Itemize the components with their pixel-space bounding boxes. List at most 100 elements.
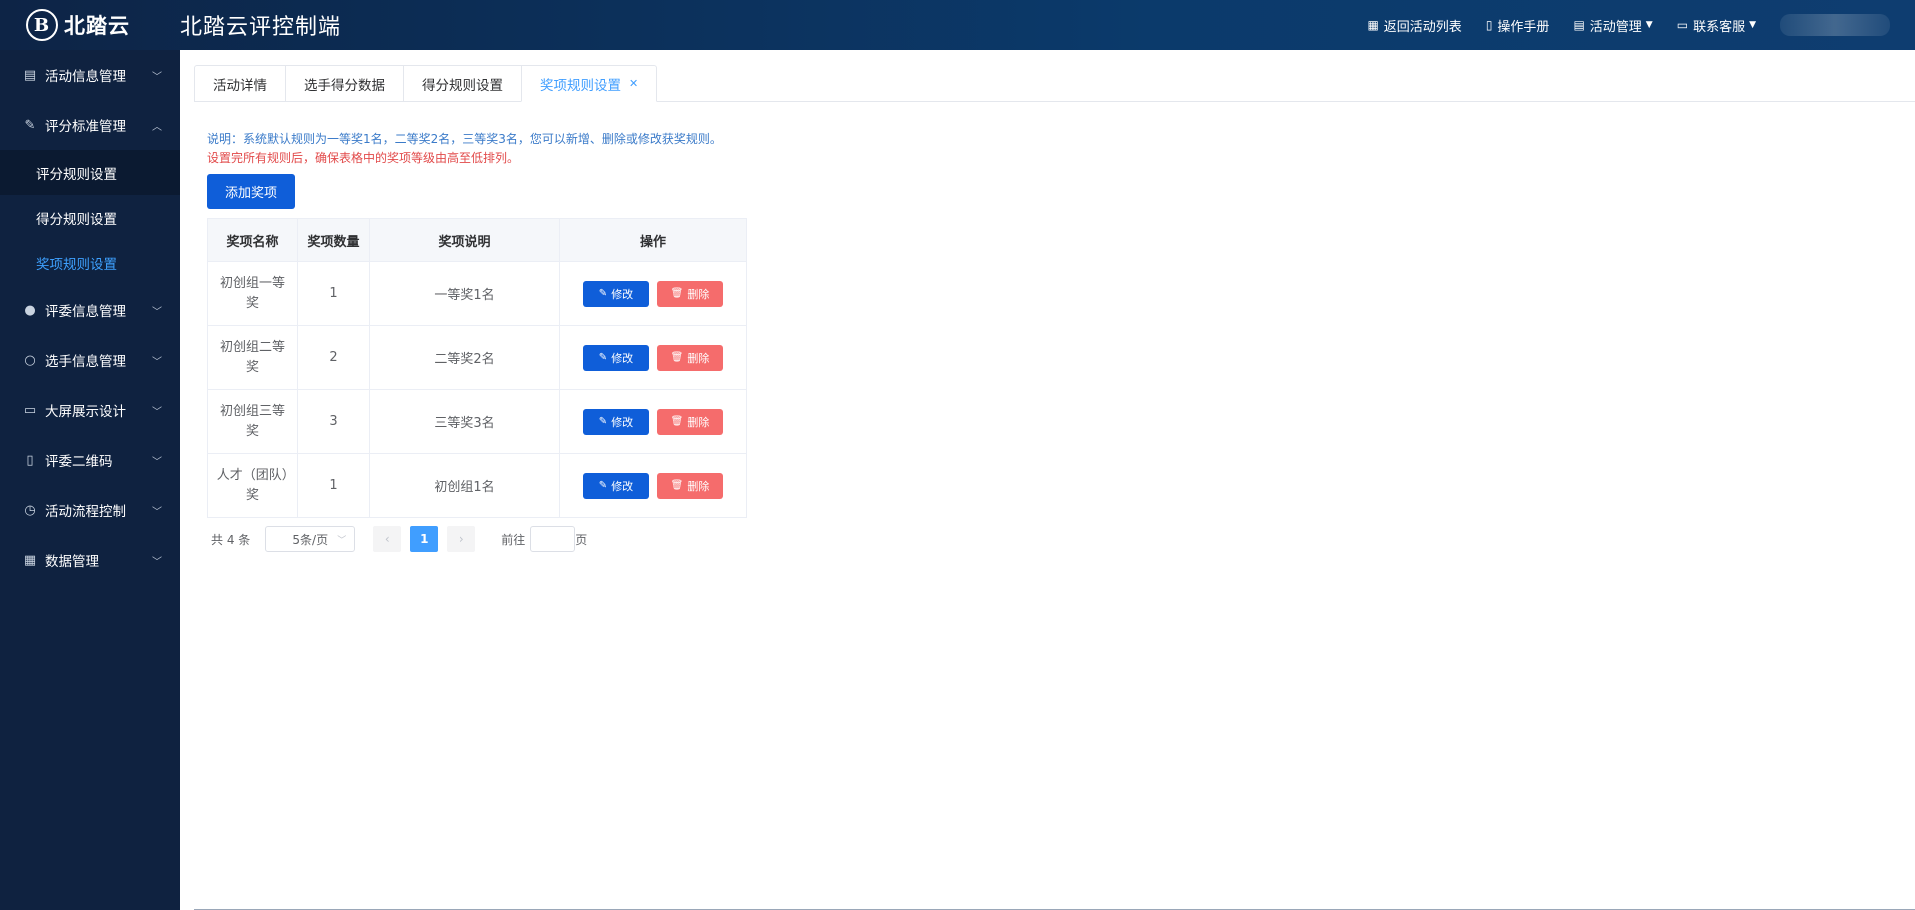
- actions-cell: ✎ 修改 🗑 删除: [559, 389, 747, 454]
- book-icon: ▯: [1485, 18, 1493, 32]
- sidebar-item-label: 选手信息管理: [45, 354, 126, 370]
- sidebar-item-label: 评委二维码: [45, 454, 113, 470]
- column-header-actions: 操作: [559, 218, 747, 262]
- sidebar-item-label: 奖项规则设置: [36, 256, 117, 273]
- chevron-down-icon: ﹀: [152, 456, 162, 468]
- grid-icon: ▦: [1367, 18, 1379, 32]
- sidebar-item-contestant-info[interactable]: ○ 选手信息管理 ﹀: [0, 335, 180, 385]
- edit-button[interactable]: ✎ 修改: [583, 472, 649, 499]
- award-desc-cell: 初创组1名: [369, 453, 560, 518]
- tab-label: 奖项规则设置: [540, 77, 621, 94]
- edit-button[interactable]: ✎ 修改: [583, 408, 649, 435]
- tab-contestant-scores[interactable]: 选手得分数据: [285, 65, 403, 102]
- info-note: 说明：系统默认规则为一等奖1名，二等奖2名，三等奖3名，您可以新增、删除或修改获…: [207, 132, 722, 146]
- delete-button[interactable]: 🗑 删除: [657, 344, 723, 371]
- mobile-icon: ▯: [26, 452, 34, 468]
- award-desc-cell: 三等奖3名: [369, 389, 560, 454]
- tab-activity-detail[interactable]: 活动详情: [194, 65, 285, 102]
- award-count-cell: 2: [297, 325, 370, 390]
- sidebar-item-process-control[interactable]: ◷ 活动流程控制 ﹀: [0, 485, 180, 535]
- add-award-button[interactable]: 添加奖项: [207, 174, 295, 209]
- page-number-button[interactable]: 1: [410, 526, 439, 552]
- page-size-select[interactable]: 5条/页 ﹀: [265, 526, 356, 552]
- sidebar-item-label: 数据管理: [45, 554, 99, 570]
- award-name-cell: 人才（团队）奖: [207, 453, 298, 518]
- sidebar-item-judge-qrcode[interactable]: ▯ 评委二维码 ﹀: [0, 435, 180, 485]
- edit-button[interactable]: ✎ 修改: [583, 280, 649, 307]
- trash-icon: 🗑: [670, 416, 684, 427]
- actions-cell: ✎ 修改 🗑 删除: [559, 261, 747, 326]
- sidebar-item-judge-info[interactable]: ● 评委信息管理 ﹀: [0, 285, 180, 335]
- delete-button[interactable]: 🗑 删除: [657, 408, 723, 435]
- document-icon: ▤: [23, 67, 37, 83]
- sidebar-subitem-award-rules[interactable]: 奖项规则设置: [0, 240, 180, 285]
- sidebar-subitem-scoring-rules[interactable]: 评分规则设置: [0, 150, 180, 195]
- actions-cell: ✎ 修改 🗑 删除: [559, 325, 747, 390]
- column-header-award-desc: 奖项说明: [369, 218, 560, 262]
- back-to-list-link[interactable]: ▦ 返回活动列表: [1367, 16, 1461, 35]
- award-table: 奖项名称 奖项数量 奖项说明 操作 初创组一等奖 1 一等奖1名 ✎ 修改 🗑 删除 …: [207, 218, 747, 518]
- delete-label: 删除: [687, 287, 710, 301]
- tab-label: 选手得分数据: [304, 77, 385, 94]
- user-avatar[interactable]: [1780, 14, 1890, 36]
- sidebar-item-scoring-standard[interactable]: ✎ 评分标准管理 ︿: [0, 100, 180, 150]
- award-count-cell: 1: [297, 453, 370, 518]
- sidebar-item-screen-design[interactable]: ▭ 大屏展示设计 ﹀: [0, 385, 180, 435]
- award-name-cell: 初创组二等奖: [207, 325, 298, 390]
- warning-note: 设置完所有规则后，确保表格中的奖项等级由高至低排列。: [207, 151, 520, 165]
- sidebar-item-activity-info[interactable]: ▤ 活动信息管理 ﹀: [0, 50, 180, 100]
- chevron-left-icon: ‹: [384, 532, 390, 546]
- chevron-up-icon: ︿: [152, 121, 162, 133]
- total-count: 共 4 条: [211, 532, 251, 547]
- edit-label: 修改: [611, 415, 634, 429]
- delete-label: 删除: [687, 415, 710, 429]
- edit-icon: ✎: [598, 416, 608, 427]
- user-outline-icon: ○: [24, 352, 36, 368]
- caret-down-icon: ▼: [1645, 20, 1653, 30]
- document-icon: ▤: [1573, 18, 1585, 32]
- logo[interactable]: B 北踏云: [0, 0, 180, 50]
- main-content: 活动详情 选手得分数据 得分规则设置 奖项规则设置 ✕ 说明：系统默认规则为一等…: [180, 50, 1915, 910]
- sidebar-item-label: 评分规则设置: [36, 166, 117, 183]
- manual-label: 操作手册: [1497, 19, 1550, 35]
- trash-icon: 🗑: [670, 352, 684, 363]
- edit-button[interactable]: ✎ 修改: [583, 344, 649, 371]
- logo-mark: B: [26, 9, 58, 41]
- column-header-award-name: 奖项名称: [207, 218, 298, 262]
- contact-support-dropdown[interactable]: ▭ 联系客服 ▼: [1677, 16, 1756, 35]
- table-row: 人才（团队）奖 1 初创组1名 ✎ 修改 🗑 删除: [207, 453, 747, 518]
- sidebar-item-label: 活动信息管理: [45, 69, 126, 85]
- award-desc-cell: 二等奖2名: [369, 325, 560, 390]
- award-count-cell: 1: [297, 261, 370, 326]
- alarm-clock-icon: ◷: [24, 502, 36, 518]
- sidebar-item-data-manage[interactable]: ▦ 数据管理 ﹀: [0, 535, 180, 585]
- close-icon[interactable]: ✕: [629, 77, 638, 90]
- goto-label: 前往: [501, 532, 526, 547]
- award-name-cell: 初创组一等奖: [207, 261, 298, 326]
- prev-page-button[interactable]: ‹: [373, 526, 402, 552]
- chevron-down-icon: ﹀: [152, 506, 162, 518]
- goto-page-input[interactable]: [530, 526, 576, 552]
- sidebar-item-label: 评分标准管理: [45, 119, 126, 135]
- table-row: 初创组二等奖 2 二等奖2名 ✎ 修改 🗑 删除: [207, 325, 747, 390]
- tab-score-rules[interactable]: 得分规则设置: [403, 65, 521, 102]
- contact-support-label: 联系客服: [1693, 19, 1746, 35]
- page-suffix-label: 页: [575, 532, 588, 547]
- sidebar-subitem-score-rules[interactable]: 得分规则设置: [0, 195, 180, 240]
- delete-label: 删除: [687, 479, 710, 493]
- edit-label: 修改: [611, 287, 634, 301]
- delete-button[interactable]: 🗑 删除: [657, 472, 723, 499]
- next-page-button[interactable]: ›: [447, 526, 476, 552]
- edit-icon: ✎: [598, 480, 608, 491]
- table-row: 初创组三等奖 3 三等奖3名 ✎ 修改 🗑 删除: [207, 389, 747, 454]
- tab-award-rules[interactable]: 奖项规则设置 ✕: [521, 65, 658, 102]
- caret-down-icon: ▼: [1749, 20, 1756, 30]
- manual-link[interactable]: ▯ 操作手册: [1486, 16, 1550, 35]
- sidebar-item-label: 评委信息管理: [45, 304, 126, 320]
- edit-icon: ✎: [598, 288, 608, 299]
- delete-button[interactable]: 🗑 删除: [657, 280, 723, 307]
- header-nav: ▦ 返回活动列表 ▯ 操作手册 ▤ 活动管理 ▼ ▭ 联系客服 ▼: [1367, 0, 1915, 50]
- sidebar-item-label: 得分规则设置: [36, 211, 117, 228]
- activity-manage-dropdown[interactable]: ▤ 活动管理 ▼: [1573, 16, 1652, 35]
- column-header-award-count: 奖项数量: [297, 218, 370, 262]
